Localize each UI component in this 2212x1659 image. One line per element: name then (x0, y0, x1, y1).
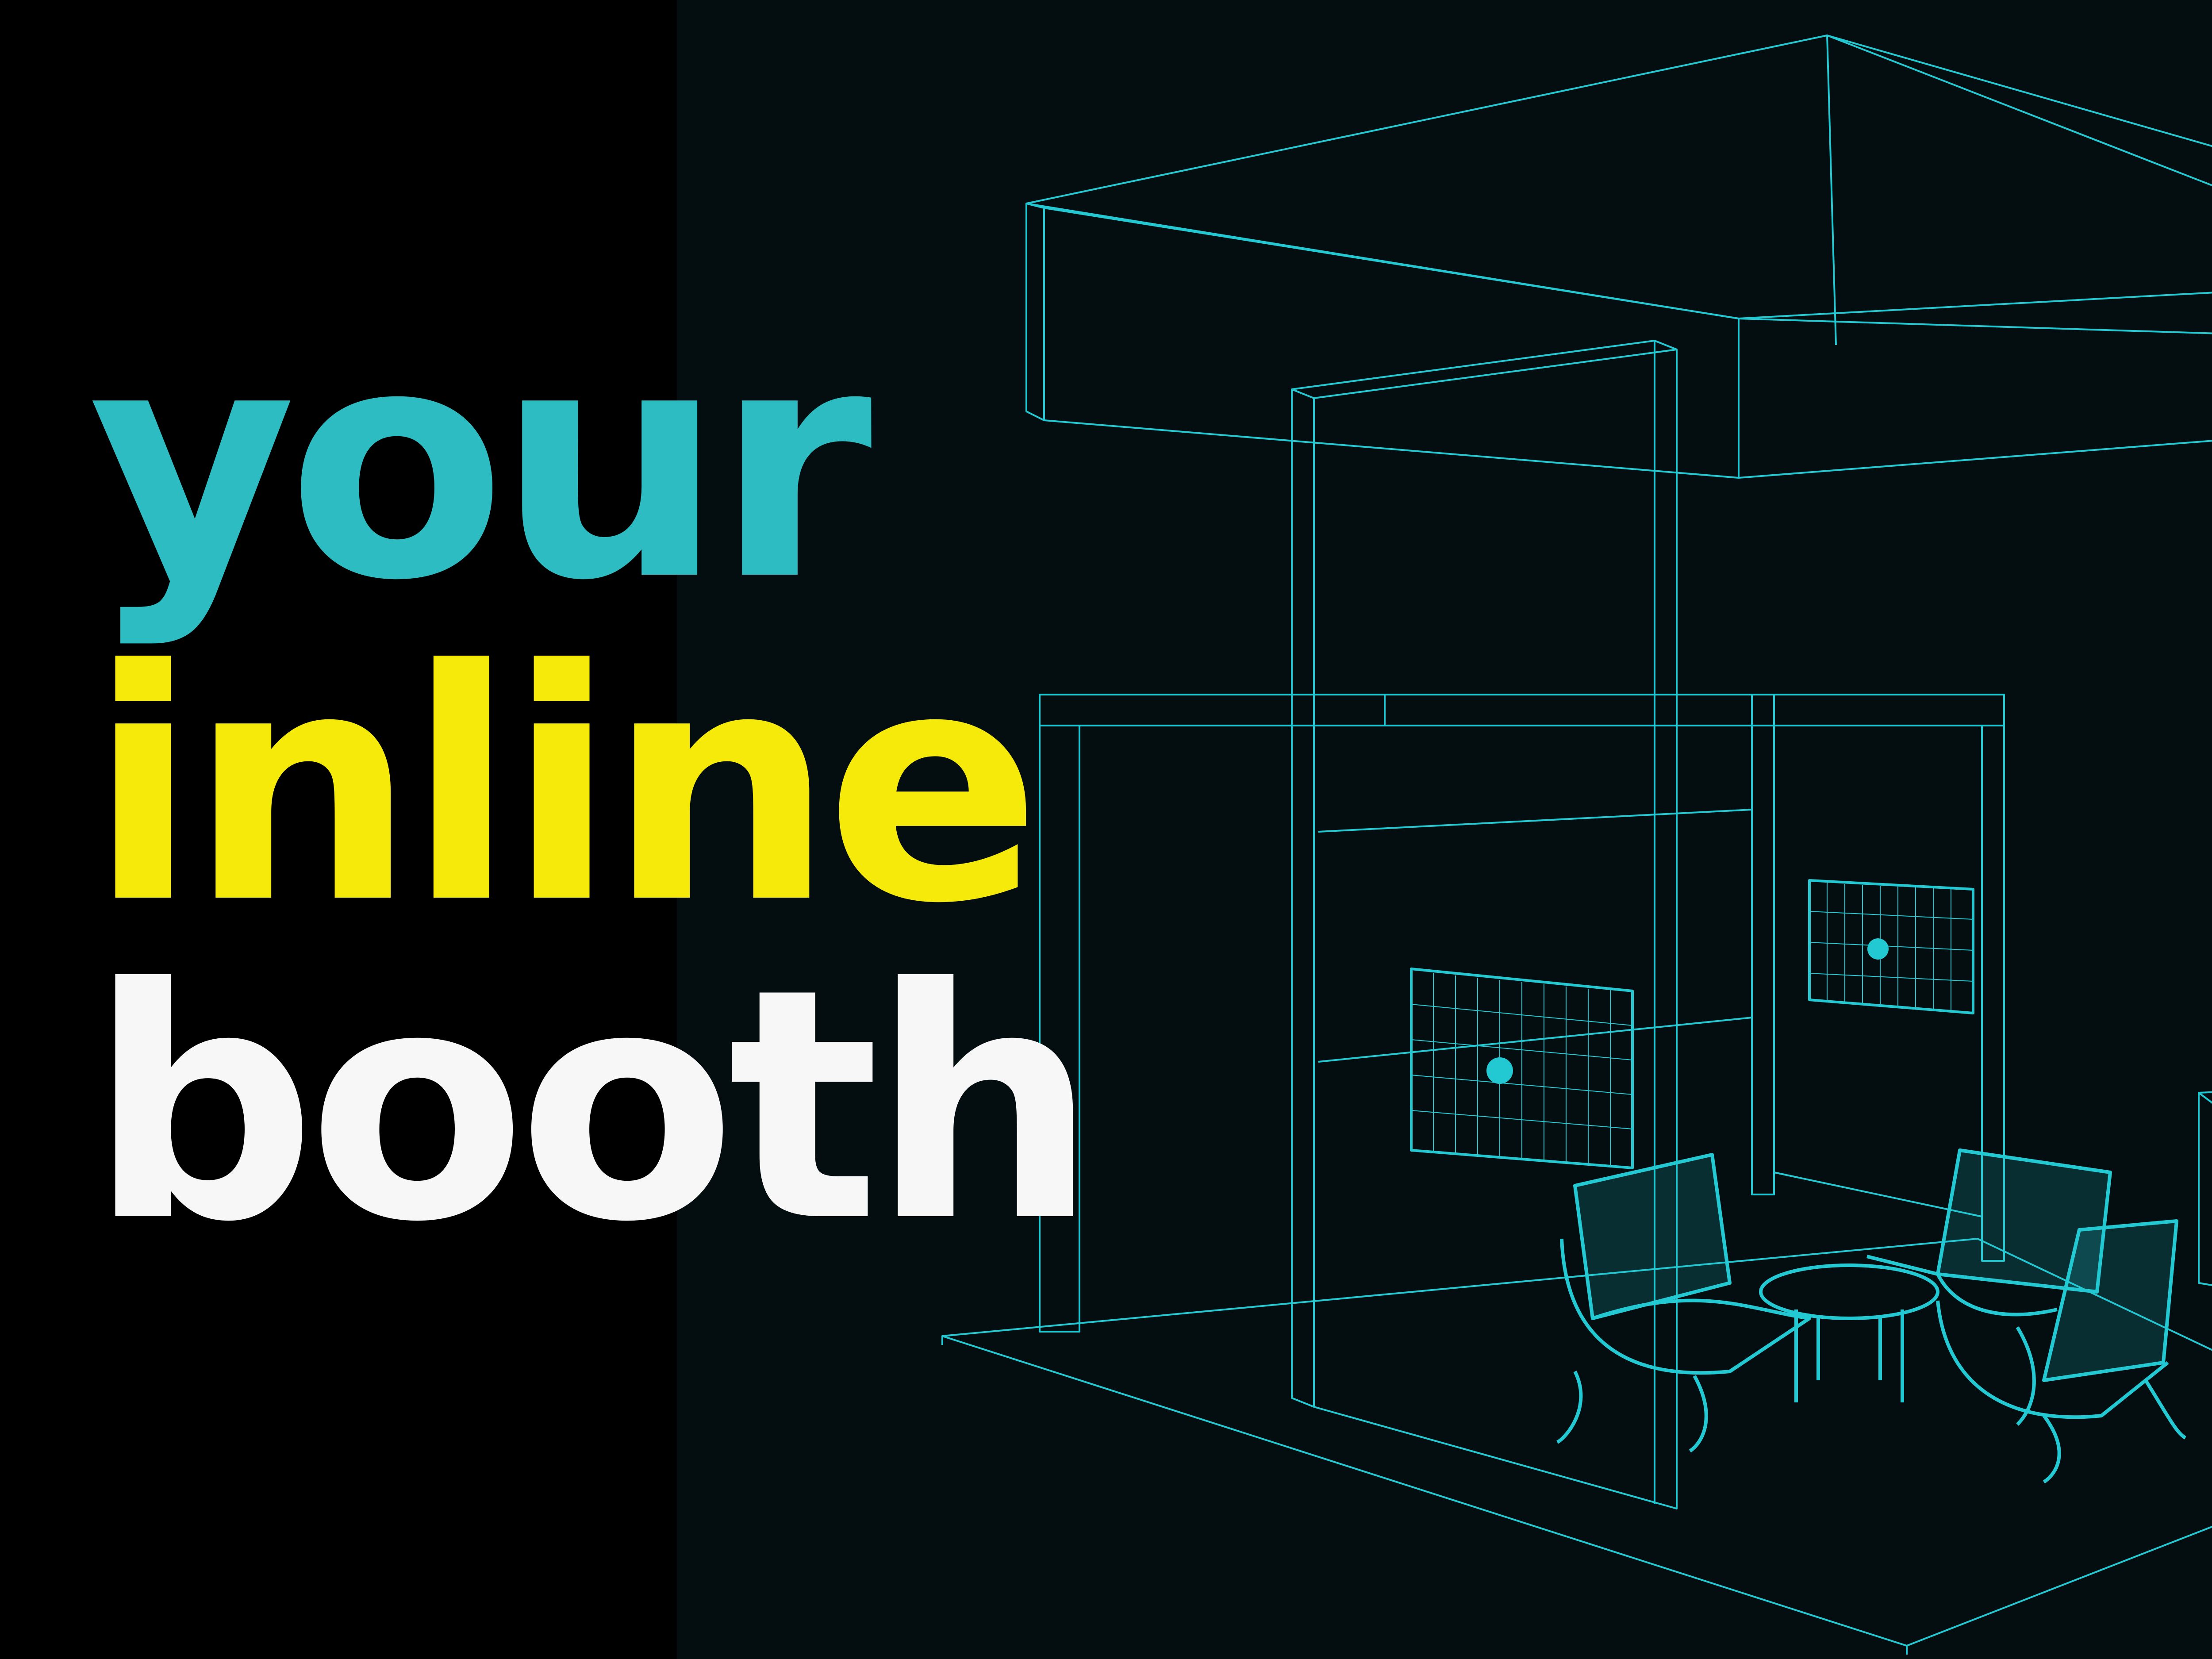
monitor-right (1808, 879, 1974, 1014)
center-tower (1291, 340, 1678, 1509)
header-canopy (1025, 35, 2212, 479)
headline-line-3: booth (88, 921, 1098, 1291)
side-counter (2198, 1091, 2212, 1286)
poster-canvas: your inline booth (0, 0, 2212, 1659)
lounge-furniture (1556, 1148, 2187, 1484)
monitor-left (1410, 968, 1634, 1169)
headline-line-1: your (88, 279, 872, 650)
headline-line-2: inline (88, 602, 1041, 973)
booth-floor (941, 1238, 2212, 1655)
